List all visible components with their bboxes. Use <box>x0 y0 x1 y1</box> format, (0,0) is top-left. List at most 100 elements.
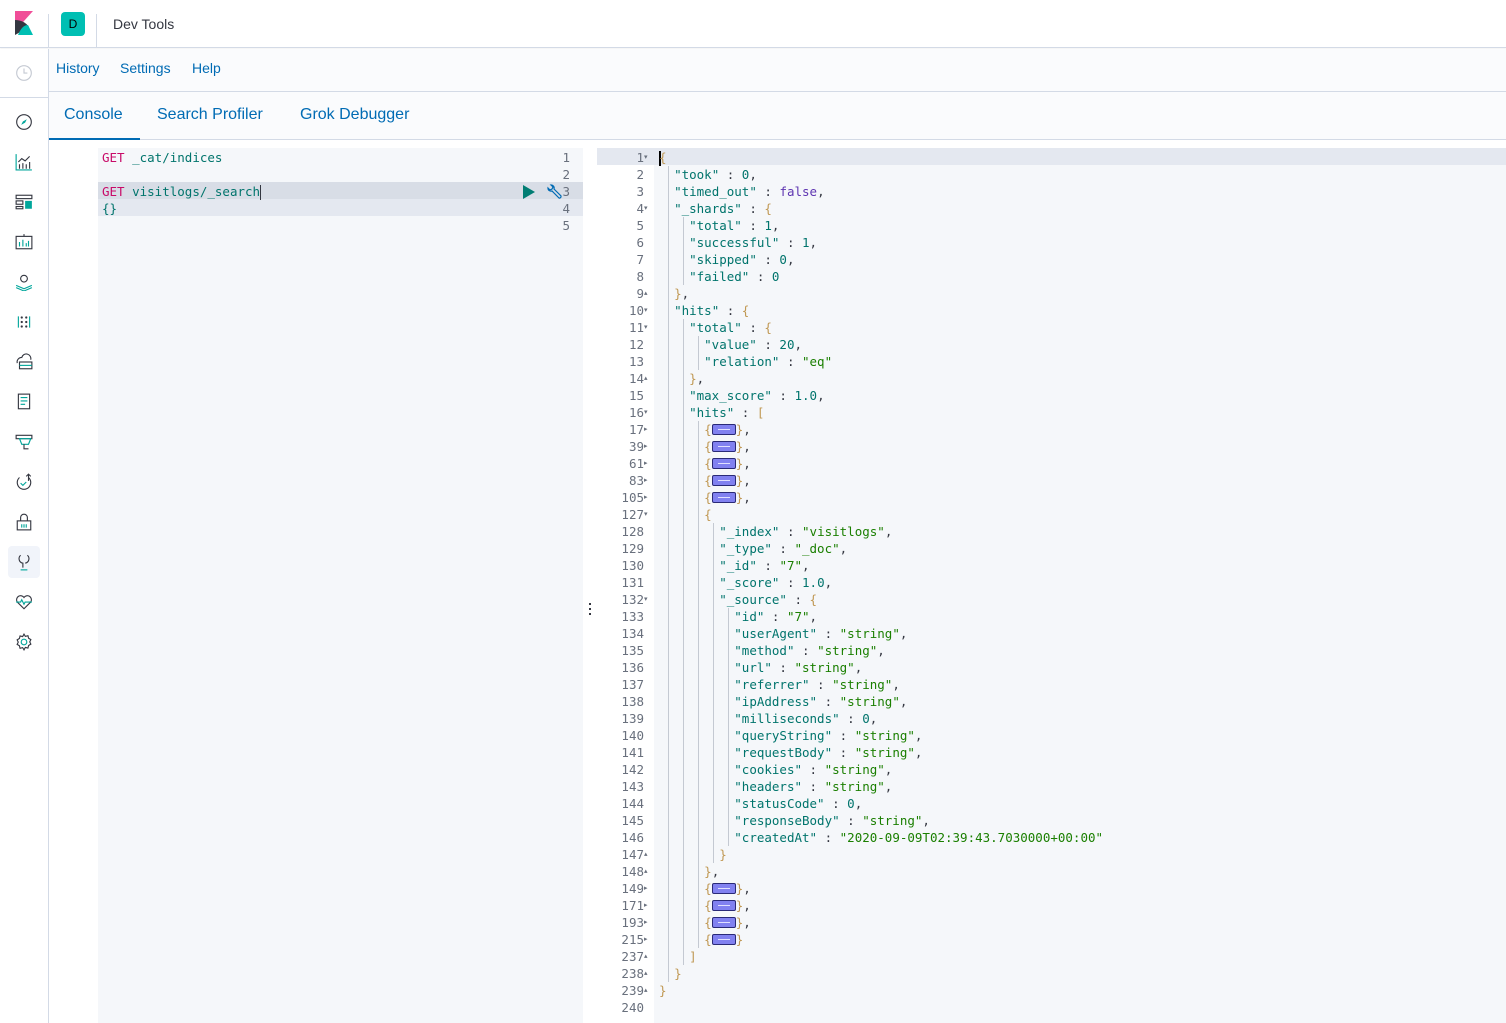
line-number: 139 <box>621 711 644 726</box>
compass-icon[interactable] <box>12 110 36 134</box>
kibana-logo-icon[interactable] <box>12 11 36 35</box>
json-punct: : <box>719 167 742 182</box>
line-number: 140 <box>621 728 644 743</box>
json-key: "method" <box>734 643 795 658</box>
active-tab-indicator <box>49 138 140 140</box>
tab-grok-debugger[interactable]: Grok Debugger <box>300 106 409 124</box>
json-key: "referrer" <box>734 677 810 692</box>
line-number: 148 <box>621 864 644 879</box>
top-header: D Dev Tools <box>0 0 1506 48</box>
tab-search-profiler[interactable]: Search Profiler <box>157 106 263 124</box>
fold-right-icon[interactable]: ▸ <box>644 421 648 438</box>
collapsed-fold-widget[interactable] <box>711 475 736 486</box>
json-key: "_index" <box>719 524 780 539</box>
json-key: "hits" <box>674 303 720 318</box>
request-editor[interactable]: 1 GET _cat/indices 2 3 GET visitlogs/_search… <box>57 148 583 1023</box>
clock-icon[interactable] <box>12 61 36 85</box>
fold-right-icon[interactable]: ▸ <box>644 880 648 897</box>
dashboard-icon[interactable] <box>12 190 36 214</box>
monitoring-heartbeat-icon[interactable] <box>12 590 36 614</box>
collapsed-fold-widget[interactable] <box>711 458 736 469</box>
fold-up-icon[interactable]: ▴ <box>644 982 648 999</box>
json-string: "eq" <box>802 354 833 369</box>
line-number: 137 <box>621 677 644 692</box>
collapsed-fold-widget[interactable] <box>711 917 736 928</box>
lock-icon[interactable] <box>12 510 36 534</box>
json-key: "total" <box>689 218 742 233</box>
collapsed-fold-widget[interactable] <box>711 492 736 503</box>
fold-down-icon[interactable]: ▾ <box>644 404 648 421</box>
fold-down-icon[interactable]: ▾ <box>644 302 648 319</box>
infrastructure-icon[interactable] <box>12 350 36 374</box>
json-key: "_id" <box>719 558 757 573</box>
response-line: {}, <box>659 421 751 438</box>
side-nav <box>0 49 49 1023</box>
json-key: "_shards" <box>674 201 742 216</box>
dev-tools-wrench-icon[interactable] <box>12 550 36 574</box>
fold-right-icon[interactable]: ▸ <box>644 489 648 506</box>
panel-resize-handle[interactable] <box>586 601 594 617</box>
logs-icon[interactable] <box>12 390 36 414</box>
json-key: "timed_out" <box>674 184 757 199</box>
fold-down-icon[interactable]: ▾ <box>644 200 648 217</box>
canvas-icon[interactable] <box>12 230 36 254</box>
fold-down-icon[interactable]: ▾ <box>644 591 648 608</box>
fold-right-icon[interactable]: ▸ <box>644 914 648 931</box>
request-line[interactable]: {} <box>102 200 117 217</box>
help-link[interactable]: Help <box>192 60 221 76</box>
json-punct: : <box>802 779 825 794</box>
json-punct: : <box>771 541 795 556</box>
json-string: "string" <box>862 813 923 828</box>
collapsed-fold-widget[interactable] <box>711 441 736 452</box>
apm-icon[interactable] <box>12 430 36 454</box>
fold-down-icon[interactable]: ▾ <box>644 506 648 523</box>
json-key: "max_score" <box>689 388 772 403</box>
request-line[interactable]: GET _cat/indices <box>102 149 222 166</box>
json-punct: { <box>704 915 712 930</box>
fold-up-icon[interactable]: ▴ <box>644 846 648 863</box>
tab-console[interactable]: Console <box>64 106 123 124</box>
json-key: "queryString" <box>734 728 833 743</box>
line-number: 239 <box>621 983 644 998</box>
fold-down-icon[interactable]: ▾ <box>644 319 648 336</box>
json-punct: { <box>741 303 750 318</box>
json-punct: } <box>674 966 682 981</box>
maps-icon[interactable] <box>12 270 36 294</box>
uptime-icon[interactable] <box>12 470 36 494</box>
fold-right-icon[interactable]: ▸ <box>644 472 648 489</box>
fold-up-icon[interactable]: ▴ <box>644 370 648 387</box>
fold-up-icon[interactable]: ▴ <box>644 948 648 965</box>
wrench-icon[interactable] <box>545 184 563 202</box>
collapsed-fold-widget[interactable] <box>711 900 736 911</box>
fold-up-icon[interactable]: ▴ <box>644 863 648 880</box>
fold-up-icon[interactable]: ▴ <box>644 285 648 302</box>
visualize-icon[interactable] <box>12 150 36 174</box>
request-line[interactable]: GET visitlogs/_search <box>102 183 262 200</box>
line-number: 136 <box>621 660 644 675</box>
fold-right-icon[interactable]: ▸ <box>644 438 648 455</box>
response-line: "milliseconds" : 0, <box>659 710 877 727</box>
send-request-play-icon[interactable] <box>522 185 536 199</box>
collapsed-fold-widget[interactable] <box>711 424 736 435</box>
json-punct: , <box>899 626 908 641</box>
response-line: "successful" : 1, <box>659 234 817 251</box>
json-string: "string" <box>817 643 878 658</box>
response-line: {}, <box>659 489 751 506</box>
line-number: 7 <box>636 252 644 267</box>
json-punct: , <box>817 388 825 403</box>
collapsed-fold-widget[interactable] <box>711 883 736 894</box>
settings-link[interactable]: Settings <box>120 60 171 76</box>
space-avatar[interactable]: D <box>61 12 85 36</box>
fold-right-icon[interactable]: ▸ <box>644 897 648 914</box>
gear-icon[interactable] <box>12 630 36 654</box>
json-punct: { <box>659 150 667 165</box>
response-output[interactable]: 1 ▾{2 "took" : 0, 3 "timed_out" : false, 4 ▾… <box>597 148 1506 1023</box>
fold-right-icon[interactable]: ▸ <box>644 455 648 472</box>
line-number: 1 <box>636 150 644 165</box>
fold-down-icon[interactable]: ▾ <box>644 149 648 166</box>
fold-right-icon[interactable]: ▸ <box>644 931 648 948</box>
machine-learning-icon[interactable] <box>12 310 36 334</box>
collapsed-fold-widget[interactable] <box>711 934 736 945</box>
fold-up-icon[interactable]: ▴ <box>644 965 648 982</box>
history-link[interactable]: History <box>56 60 100 76</box>
